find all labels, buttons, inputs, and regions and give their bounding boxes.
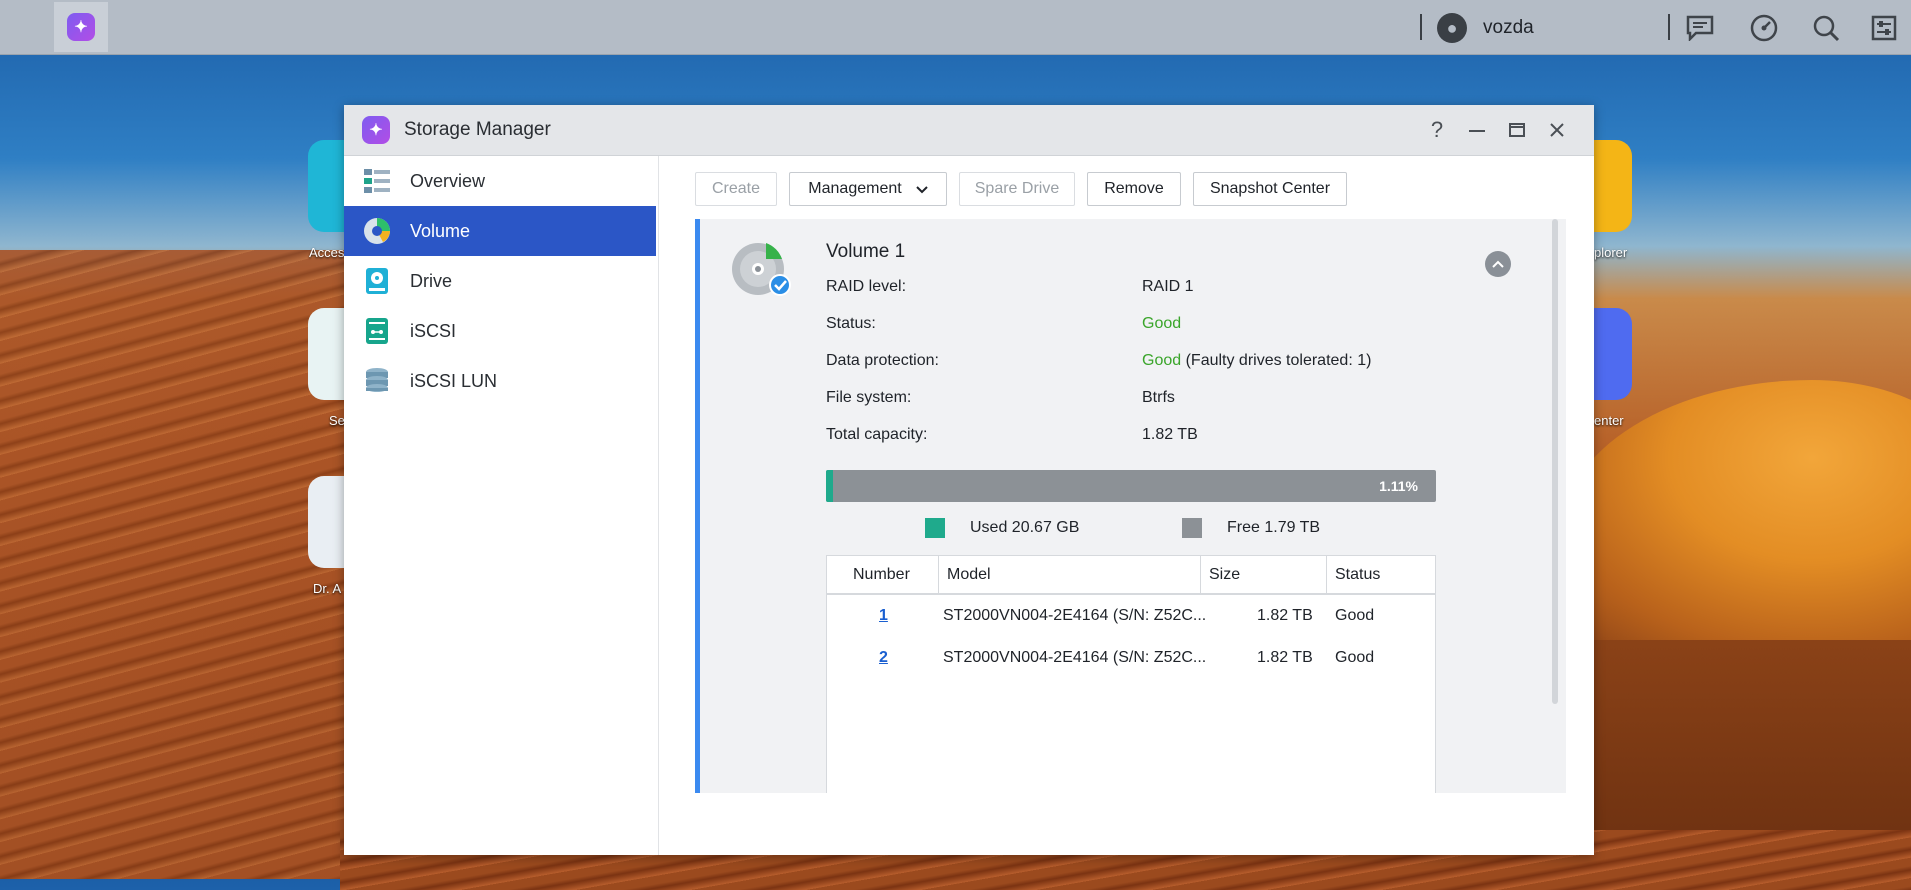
spare-drive-button[interactable]: Spare Drive [959, 172, 1075, 206]
data-protection-label: Data protection: [826, 352, 939, 369]
scrollbar[interactable] [1552, 219, 1558, 704]
desktop-app-label: enter [1594, 413, 1624, 428]
drive-icon [362, 266, 392, 296]
remove-button[interactable]: Remove [1087, 172, 1181, 206]
used-legend-label: Used 20.67 GB [970, 519, 1080, 536]
volume-panel: Volume 1 RAID level: RAID 1 Status: Good… [695, 219, 1566, 793]
sidebar-item-label: Volume [410, 220, 471, 241]
sidebar-item-label: Drive [410, 270, 453, 291]
usage-bar: 1.11% [826, 470, 1436, 502]
drive-status: Good [1335, 649, 1375, 666]
taskbar-divider [1420, 14, 1422, 40]
used-legend-swatch [925, 518, 945, 538]
app-launcher-button[interactable]: ✦ [54, 2, 108, 52]
sidebar-item-drive[interactable]: Drive [344, 256, 656, 306]
drive-model: ST2000VN004-2E4164 (S/N: Z52C... [943, 649, 1207, 666]
file-system-label: File system: [826, 389, 912, 406]
column-header-model[interactable]: Model [939, 556, 1201, 594]
snapshot-center-button[interactable]: Snapshot Center [1193, 172, 1347, 206]
drive-status: Good [1335, 607, 1375, 624]
status-value: Good [1142, 315, 1182, 332]
dashboard-icon[interactable] [1748, 12, 1780, 44]
table-header-divider [827, 593, 1435, 595]
column-header-number[interactable]: Number [827, 556, 939, 594]
total-capacity-label: Total capacity: [826, 426, 928, 443]
sidebar-item-iscsi[interactable]: iSCSI [344, 306, 656, 356]
sidebar-item-volume[interactable]: Volume [344, 206, 656, 256]
minimize-icon[interactable] [1462, 115, 1492, 145]
drive-table: Number Model Size Status 1 ST2000VN004-2… [826, 555, 1436, 793]
app-launcher-icon: ✦ [67, 13, 95, 41]
settings-icon[interactable] [1868, 12, 1900, 44]
desktop-app-label: Dr. A [313, 581, 342, 596]
sidebar-item-label: iSCSI [410, 320, 457, 341]
free-legend-label: Free 1.79 TB [1227, 519, 1321, 536]
help-icon[interactable]: ? [1422, 115, 1452, 145]
iscsi-icon [362, 316, 392, 346]
raid-level-value: RAID 1 [1142, 278, 1194, 295]
raid-level-label: RAID level: [826, 278, 907, 295]
search-icon[interactable] [1810, 12, 1842, 44]
taskbar-divider [1668, 14, 1670, 40]
sidebar: Overview Volume Drive iSCSI iSCSI LUN [344, 156, 659, 855]
iscsi-lun-icon [362, 366, 392, 396]
drive-number-link[interactable]: 2 [879, 649, 888, 667]
create-button[interactable]: Create [695, 172, 777, 206]
desktop-app-label: Acces [309, 245, 345, 260]
sidebar-item-label: Overview [410, 170, 486, 191]
data-protection-detail: (Faulty drives tolerated: 1) [1181, 352, 1372, 369]
free-legend-swatch [1182, 518, 1202, 538]
data-protection-status: Good [1142, 352, 1182, 369]
window-title: Storage Manager [404, 119, 551, 140]
volume-status-icon [730, 239, 794, 299]
usage-percent: 1.11% [1379, 478, 1418, 494]
drive-model: ST2000VN004-2E4164 (S/N: Z52C... [943, 607, 1207, 624]
window-titlebar[interactable]: ✦ Storage Manager ? [344, 105, 1594, 156]
desktop-app-label: Se [329, 413, 345, 428]
data-protection-value: Good (Faulty drives tolerated: 1) [1142, 352, 1371, 370]
username[interactable]: vozda [1483, 17, 1534, 39]
management-label: Management [808, 180, 902, 197]
drive-number-link[interactable]: 1 [879, 607, 888, 625]
column-header-size[interactable]: Size [1201, 556, 1327, 594]
sidebar-item-overview[interactable]: Overview [344, 156, 656, 206]
close-icon[interactable] [1542, 115, 1572, 145]
overview-icon [362, 166, 392, 196]
volume-icon [362, 216, 392, 246]
storage-manager-icon: ✦ [362, 116, 390, 144]
taskbar: ✦ ● vozda [0, 0, 1911, 55]
desktop-app-label: plorer [1594, 245, 1628, 260]
total-capacity-value: 1.82 TB [1142, 426, 1198, 443]
drive-size: 1.82 TB [1257, 607, 1313, 624]
main-content: Create Management Spare Drive Remove Sna… [659, 156, 1594, 855]
collapse-button[interactable] [1485, 251, 1511, 277]
sidebar-item-iscsi-lun[interactable]: iSCSI LUN [344, 356, 656, 406]
maximize-icon[interactable] [1502, 115, 1532, 145]
status-label: Status: [826, 315, 876, 332]
messages-icon[interactable] [1684, 12, 1716, 44]
usage-bar-fill [826, 470, 833, 502]
chevron-down-icon [915, 182, 928, 197]
file-system-value: Btrfs [1142, 389, 1175, 406]
storage-manager-window: ✦ Storage Manager ? Overview Volume Driv… [344, 105, 1594, 855]
column-header-status[interactable]: Status [1327, 556, 1435, 594]
management-dropdown[interactable]: Management [789, 172, 947, 206]
sidebar-item-label: iSCSI LUN [410, 370, 498, 391]
drive-size: 1.82 TB [1257, 649, 1313, 666]
volume-name: Volume 1 [826, 241, 906, 262]
user-icon[interactable]: ● [1437, 13, 1467, 43]
